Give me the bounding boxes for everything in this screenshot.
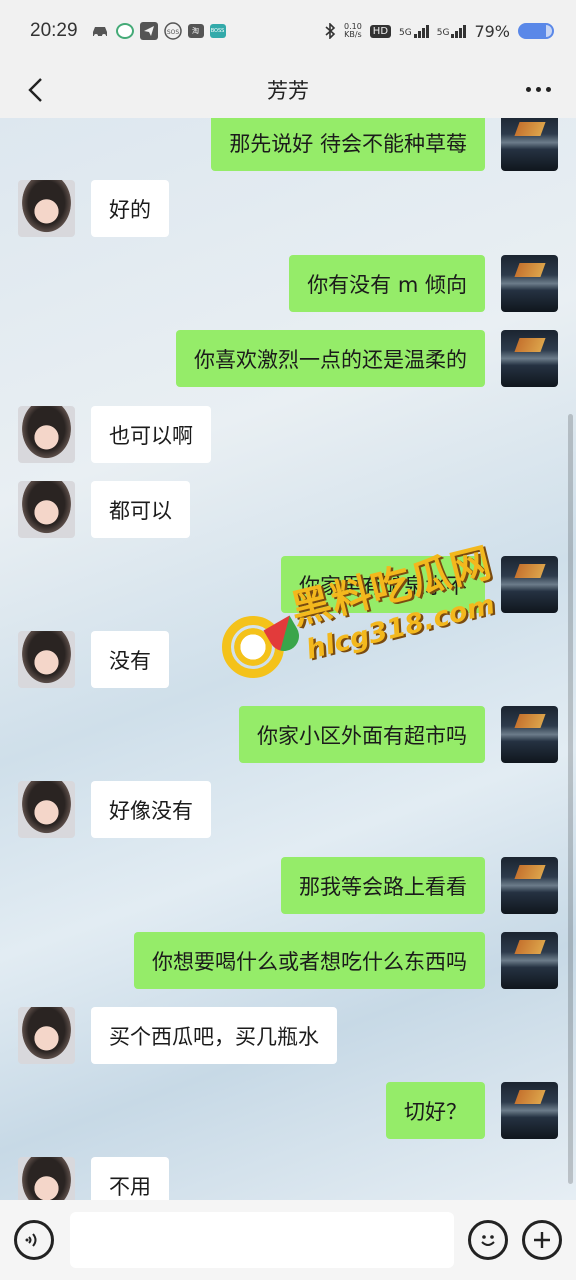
message-bubble[interactable]: 你想要喝什么或者想吃什么东西吗 [134,932,485,989]
message-row: 好的 [18,180,185,237]
message-row: 没有 [18,631,185,688]
message-bubble[interactable]: 好的 [91,180,169,237]
message-input[interactable] [70,1212,454,1268]
avatar[interactable] [501,857,558,914]
message-row: 你家里有矿泉水不 [265,556,558,613]
plus-button[interactable] [522,1220,562,1260]
network-speed: 0.10 KB/s [343,22,362,39]
chevron-left-icon [28,78,42,102]
status-right: 0.10 KB/s HD 5G 5G 79% [324,22,554,41]
message-bubble[interactable]: 那我等会路上看看 [281,857,485,914]
avatar[interactable] [501,255,558,312]
message-row: 都可以 [18,481,206,538]
bluetooth-icon [325,23,336,39]
message-bubble[interactable]: 没有 [91,631,169,688]
battery-icon [518,23,554,39]
message-row: 你有没有 m 倾向 [273,255,558,312]
signal-2: 5G [437,24,467,38]
status-bar: 20:29 SOS 淘 BOSS 0.10 KB/s HD 5G 5G 79% [0,0,576,62]
avatar[interactable] [18,1007,75,1064]
voice-icon [25,1233,37,1247]
notification-icons: SOS 淘 BOSS [90,22,226,40]
message-list[interactable]: 那先说好 待会不能种草莓 好的 你有没有 m 倾向 你喜欢激烈一点的还是温柔的 … [0,118,576,1200]
emoji-icon [481,1235,495,1246]
sos-icon: SOS [163,22,182,40]
message-bubble[interactable]: 你家小区外面有超市吗 [239,706,485,763]
status-time: 20:29 [30,20,78,41]
more-button[interactable] [520,74,556,104]
message-row: 你想要喝什么或者想吃什么东西吗 [118,932,558,989]
message-row: 好像没有 [18,781,227,838]
avatar[interactable] [501,330,558,387]
telegram-icon [139,22,158,40]
voice-button[interactable] [14,1220,54,1260]
message-bubble[interactable]: 切好？ [386,1082,485,1139]
avatar[interactable] [501,556,558,613]
signal-1: 5G [399,24,429,38]
message-bubble[interactable]: 你有没有 m 倾向 [289,255,485,312]
message-bubble[interactable]: 你喜欢激烈一点的还是温柔的 [176,330,485,387]
taobao-icon: 淘 [187,24,204,38]
avatar[interactable] [501,706,558,763]
svg-text:SOS: SOS [166,29,179,36]
chat-title: 芳芳 [267,79,309,103]
message-row: 也可以啊 [18,406,227,463]
message-bubble[interactable]: 那先说好 待会不能种草莓 [211,118,485,171]
message-row: 你家小区外面有超市吗 [223,706,558,763]
avatar[interactable] [18,1157,75,1200]
chat-header: 芳芳 [0,62,576,118]
message-row: 切好？ [370,1082,558,1139]
avatar[interactable] [18,781,75,838]
message-bubble[interactable]: 你家里有矿泉水不 [281,556,485,613]
avatar[interactable] [501,1082,558,1139]
more-dots-icon [525,86,531,92]
boss-icon: BOSS [209,24,226,38]
message-row: 不用 [18,1157,185,1200]
message-row: 买个西瓜吧，买几瓶水 [18,1007,353,1064]
scrollbar[interactable] [568,414,573,1184]
battery-percent: 79% [474,21,510,41]
watermark-logo-icon [222,616,284,678]
car-icon [92,27,107,38]
input-bar [0,1200,576,1280]
message-bubble[interactable]: 也可以啊 [91,406,211,463]
message-bubble[interactable]: 都可以 [91,481,190,538]
message-bubble[interactable]: 好像没有 [91,781,211,838]
avatar[interactable] [18,481,75,538]
message-row: 那先说好 待会不能种草莓 [195,118,558,171]
message-row: 那我等会路上看看 [265,857,558,914]
message-bubble[interactable]: 不用 [91,1157,169,1200]
back-button[interactable] [18,72,54,108]
emoji-button[interactable] [468,1220,508,1260]
hd-badge: HD [369,24,392,38]
avatar[interactable] [18,406,75,463]
avatar[interactable] [18,631,75,688]
avatar[interactable] [18,180,75,237]
avatar[interactable] [501,118,558,171]
message-row: 你喜欢激烈一点的还是温柔的 [160,330,558,387]
k-app-icon [115,23,134,39]
plus-icon [534,1232,550,1248]
avatar[interactable] [501,932,558,989]
message-bubble[interactable]: 买个西瓜吧，买几瓶水 [91,1007,337,1064]
